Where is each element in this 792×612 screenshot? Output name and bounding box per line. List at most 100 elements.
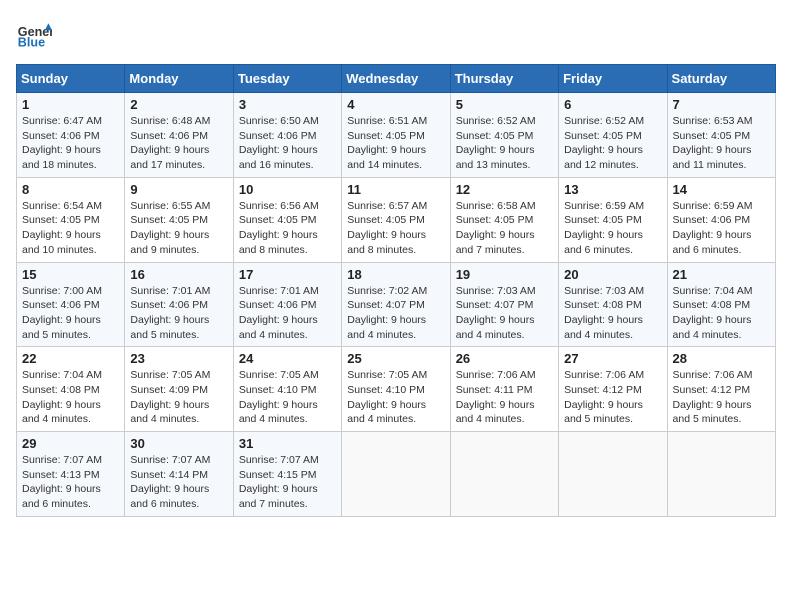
calendar-cell: 30 Sunrise: 7:07 AM Sunset: 4:14 PM Dayl… xyxy=(125,432,233,517)
day-number: 9 xyxy=(130,182,227,197)
day-info: Sunrise: 7:05 AM Sunset: 4:10 PM Dayligh… xyxy=(239,368,336,427)
day-number: 10 xyxy=(239,182,336,197)
calendar-cell: 6 Sunrise: 6:52 AM Sunset: 4:05 PM Dayli… xyxy=(559,93,667,178)
day-info: Sunrise: 6:56 AM Sunset: 4:05 PM Dayligh… xyxy=(239,199,336,258)
day-header-wednesday: Wednesday xyxy=(342,65,450,93)
day-number: 15 xyxy=(22,267,119,282)
day-info: Sunrise: 7:00 AM Sunset: 4:06 PM Dayligh… xyxy=(22,284,119,343)
day-number: 18 xyxy=(347,267,444,282)
day-number: 16 xyxy=(130,267,227,282)
calendar-cell: 20 Sunrise: 7:03 AM Sunset: 4:08 PM Dayl… xyxy=(559,262,667,347)
calendar-cell: 23 Sunrise: 7:05 AM Sunset: 4:09 PM Dayl… xyxy=(125,347,233,432)
day-number: 25 xyxy=(347,351,444,366)
day-info: Sunrise: 6:52 AM Sunset: 4:05 PM Dayligh… xyxy=(564,114,661,173)
day-info: Sunrise: 7:05 AM Sunset: 4:10 PM Dayligh… xyxy=(347,368,444,427)
calendar-cell: 18 Sunrise: 7:02 AM Sunset: 4:07 PM Dayl… xyxy=(342,262,450,347)
day-number: 27 xyxy=(564,351,661,366)
day-info: Sunrise: 6:58 AM Sunset: 4:05 PM Dayligh… xyxy=(456,199,553,258)
calendar-cell: 12 Sunrise: 6:58 AM Sunset: 4:05 PM Dayl… xyxy=(450,177,558,262)
calendar-cell xyxy=(667,432,775,517)
calendar-week-row: 1 Sunrise: 6:47 AM Sunset: 4:06 PM Dayli… xyxy=(17,93,776,178)
calendar-cell: 1 Sunrise: 6:47 AM Sunset: 4:06 PM Dayli… xyxy=(17,93,125,178)
day-header-thursday: Thursday xyxy=(450,65,558,93)
day-info: Sunrise: 7:04 AM Sunset: 4:08 PM Dayligh… xyxy=(673,284,770,343)
calendar-cell xyxy=(342,432,450,517)
day-number: 24 xyxy=(239,351,336,366)
calendar-cell: 15 Sunrise: 7:00 AM Sunset: 4:06 PM Dayl… xyxy=(17,262,125,347)
calendar-cell: 17 Sunrise: 7:01 AM Sunset: 4:06 PM Dayl… xyxy=(233,262,341,347)
day-number: 4 xyxy=(347,97,444,112)
day-info: Sunrise: 6:57 AM Sunset: 4:05 PM Dayligh… xyxy=(347,199,444,258)
day-number: 29 xyxy=(22,436,119,451)
day-header-saturday: Saturday xyxy=(667,65,775,93)
calendar-cell: 31 Sunrise: 7:07 AM Sunset: 4:15 PM Dayl… xyxy=(233,432,341,517)
day-info: Sunrise: 7:07 AM Sunset: 4:14 PM Dayligh… xyxy=(130,453,227,512)
day-info: Sunrise: 6:51 AM Sunset: 4:05 PM Dayligh… xyxy=(347,114,444,173)
calendar-table: SundayMondayTuesdayWednesdayThursdayFrid… xyxy=(16,64,776,517)
day-info: Sunrise: 6:55 AM Sunset: 4:05 PM Dayligh… xyxy=(130,199,227,258)
day-number: 17 xyxy=(239,267,336,282)
page-header: General Blue xyxy=(16,16,776,52)
calendar-cell: 25 Sunrise: 7:05 AM Sunset: 4:10 PM Dayl… xyxy=(342,347,450,432)
calendar-cell: 24 Sunrise: 7:05 AM Sunset: 4:10 PM Dayl… xyxy=(233,347,341,432)
day-number: 30 xyxy=(130,436,227,451)
day-info: Sunrise: 7:03 AM Sunset: 4:08 PM Dayligh… xyxy=(564,284,661,343)
day-number: 7 xyxy=(673,97,770,112)
calendar-cell: 9 Sunrise: 6:55 AM Sunset: 4:05 PM Dayli… xyxy=(125,177,233,262)
calendar-cell: 19 Sunrise: 7:03 AM Sunset: 4:07 PM Dayl… xyxy=(450,262,558,347)
day-header-tuesday: Tuesday xyxy=(233,65,341,93)
calendar-cell: 3 Sunrise: 6:50 AM Sunset: 4:06 PM Dayli… xyxy=(233,93,341,178)
day-info: Sunrise: 6:48 AM Sunset: 4:06 PM Dayligh… xyxy=(130,114,227,173)
day-number: 2 xyxy=(130,97,227,112)
calendar-header-row: SundayMondayTuesdayWednesdayThursdayFrid… xyxy=(17,65,776,93)
day-info: Sunrise: 7:07 AM Sunset: 4:15 PM Dayligh… xyxy=(239,453,336,512)
calendar-cell: 29 Sunrise: 7:07 AM Sunset: 4:13 PM Dayl… xyxy=(17,432,125,517)
day-number: 12 xyxy=(456,182,553,197)
day-number: 22 xyxy=(22,351,119,366)
calendar-cell: 21 Sunrise: 7:04 AM Sunset: 4:08 PM Dayl… xyxy=(667,262,775,347)
day-header-monday: Monday xyxy=(125,65,233,93)
day-number: 31 xyxy=(239,436,336,451)
day-number: 1 xyxy=(22,97,119,112)
day-info: Sunrise: 7:06 AM Sunset: 4:12 PM Dayligh… xyxy=(673,368,770,427)
day-number: 23 xyxy=(130,351,227,366)
calendar-cell xyxy=(450,432,558,517)
calendar-cell: 28 Sunrise: 7:06 AM Sunset: 4:12 PM Dayl… xyxy=(667,347,775,432)
day-info: Sunrise: 6:54 AM Sunset: 4:05 PM Dayligh… xyxy=(22,199,119,258)
calendar-week-row: 8 Sunrise: 6:54 AM Sunset: 4:05 PM Dayli… xyxy=(17,177,776,262)
calendar-week-row: 22 Sunrise: 7:04 AM Sunset: 4:08 PM Dayl… xyxy=(17,347,776,432)
calendar-cell: 13 Sunrise: 6:59 AM Sunset: 4:05 PM Dayl… xyxy=(559,177,667,262)
day-info: Sunrise: 6:59 AM Sunset: 4:06 PM Dayligh… xyxy=(673,199,770,258)
day-info: Sunrise: 7:06 AM Sunset: 4:12 PM Dayligh… xyxy=(564,368,661,427)
day-number: 11 xyxy=(347,182,444,197)
calendar-cell xyxy=(559,432,667,517)
calendar-cell: 2 Sunrise: 6:48 AM Sunset: 4:06 PM Dayli… xyxy=(125,93,233,178)
day-info: Sunrise: 7:07 AM Sunset: 4:13 PM Dayligh… xyxy=(22,453,119,512)
calendar-week-row: 29 Sunrise: 7:07 AM Sunset: 4:13 PM Dayl… xyxy=(17,432,776,517)
calendar-cell: 14 Sunrise: 6:59 AM Sunset: 4:06 PM Dayl… xyxy=(667,177,775,262)
day-info: Sunrise: 7:02 AM Sunset: 4:07 PM Dayligh… xyxy=(347,284,444,343)
svg-text:Blue: Blue xyxy=(18,36,45,50)
calendar-cell: 7 Sunrise: 6:53 AM Sunset: 4:05 PM Dayli… xyxy=(667,93,775,178)
day-info: Sunrise: 7:05 AM Sunset: 4:09 PM Dayligh… xyxy=(130,368,227,427)
day-info: Sunrise: 7:06 AM Sunset: 4:11 PM Dayligh… xyxy=(456,368,553,427)
day-info: Sunrise: 7:04 AM Sunset: 4:08 PM Dayligh… xyxy=(22,368,119,427)
day-number: 3 xyxy=(239,97,336,112)
day-number: 19 xyxy=(456,267,553,282)
calendar-cell: 10 Sunrise: 6:56 AM Sunset: 4:05 PM Dayl… xyxy=(233,177,341,262)
day-info: Sunrise: 6:50 AM Sunset: 4:06 PM Dayligh… xyxy=(239,114,336,173)
calendar-cell: 5 Sunrise: 6:52 AM Sunset: 4:05 PM Dayli… xyxy=(450,93,558,178)
day-info: Sunrise: 7:01 AM Sunset: 4:06 PM Dayligh… xyxy=(130,284,227,343)
day-number: 13 xyxy=(564,182,661,197)
day-info: Sunrise: 6:59 AM Sunset: 4:05 PM Dayligh… xyxy=(564,199,661,258)
day-number: 5 xyxy=(456,97,553,112)
day-number: 14 xyxy=(673,182,770,197)
day-info: Sunrise: 6:52 AM Sunset: 4:05 PM Dayligh… xyxy=(456,114,553,173)
day-number: 26 xyxy=(456,351,553,366)
calendar-cell: 26 Sunrise: 7:06 AM Sunset: 4:11 PM Dayl… xyxy=(450,347,558,432)
calendar-week-row: 15 Sunrise: 7:00 AM Sunset: 4:06 PM Dayl… xyxy=(17,262,776,347)
calendar-cell: 27 Sunrise: 7:06 AM Sunset: 4:12 PM Dayl… xyxy=(559,347,667,432)
day-number: 8 xyxy=(22,182,119,197)
calendar-cell: 22 Sunrise: 7:04 AM Sunset: 4:08 PM Dayl… xyxy=(17,347,125,432)
logo: General Blue xyxy=(16,16,52,52)
